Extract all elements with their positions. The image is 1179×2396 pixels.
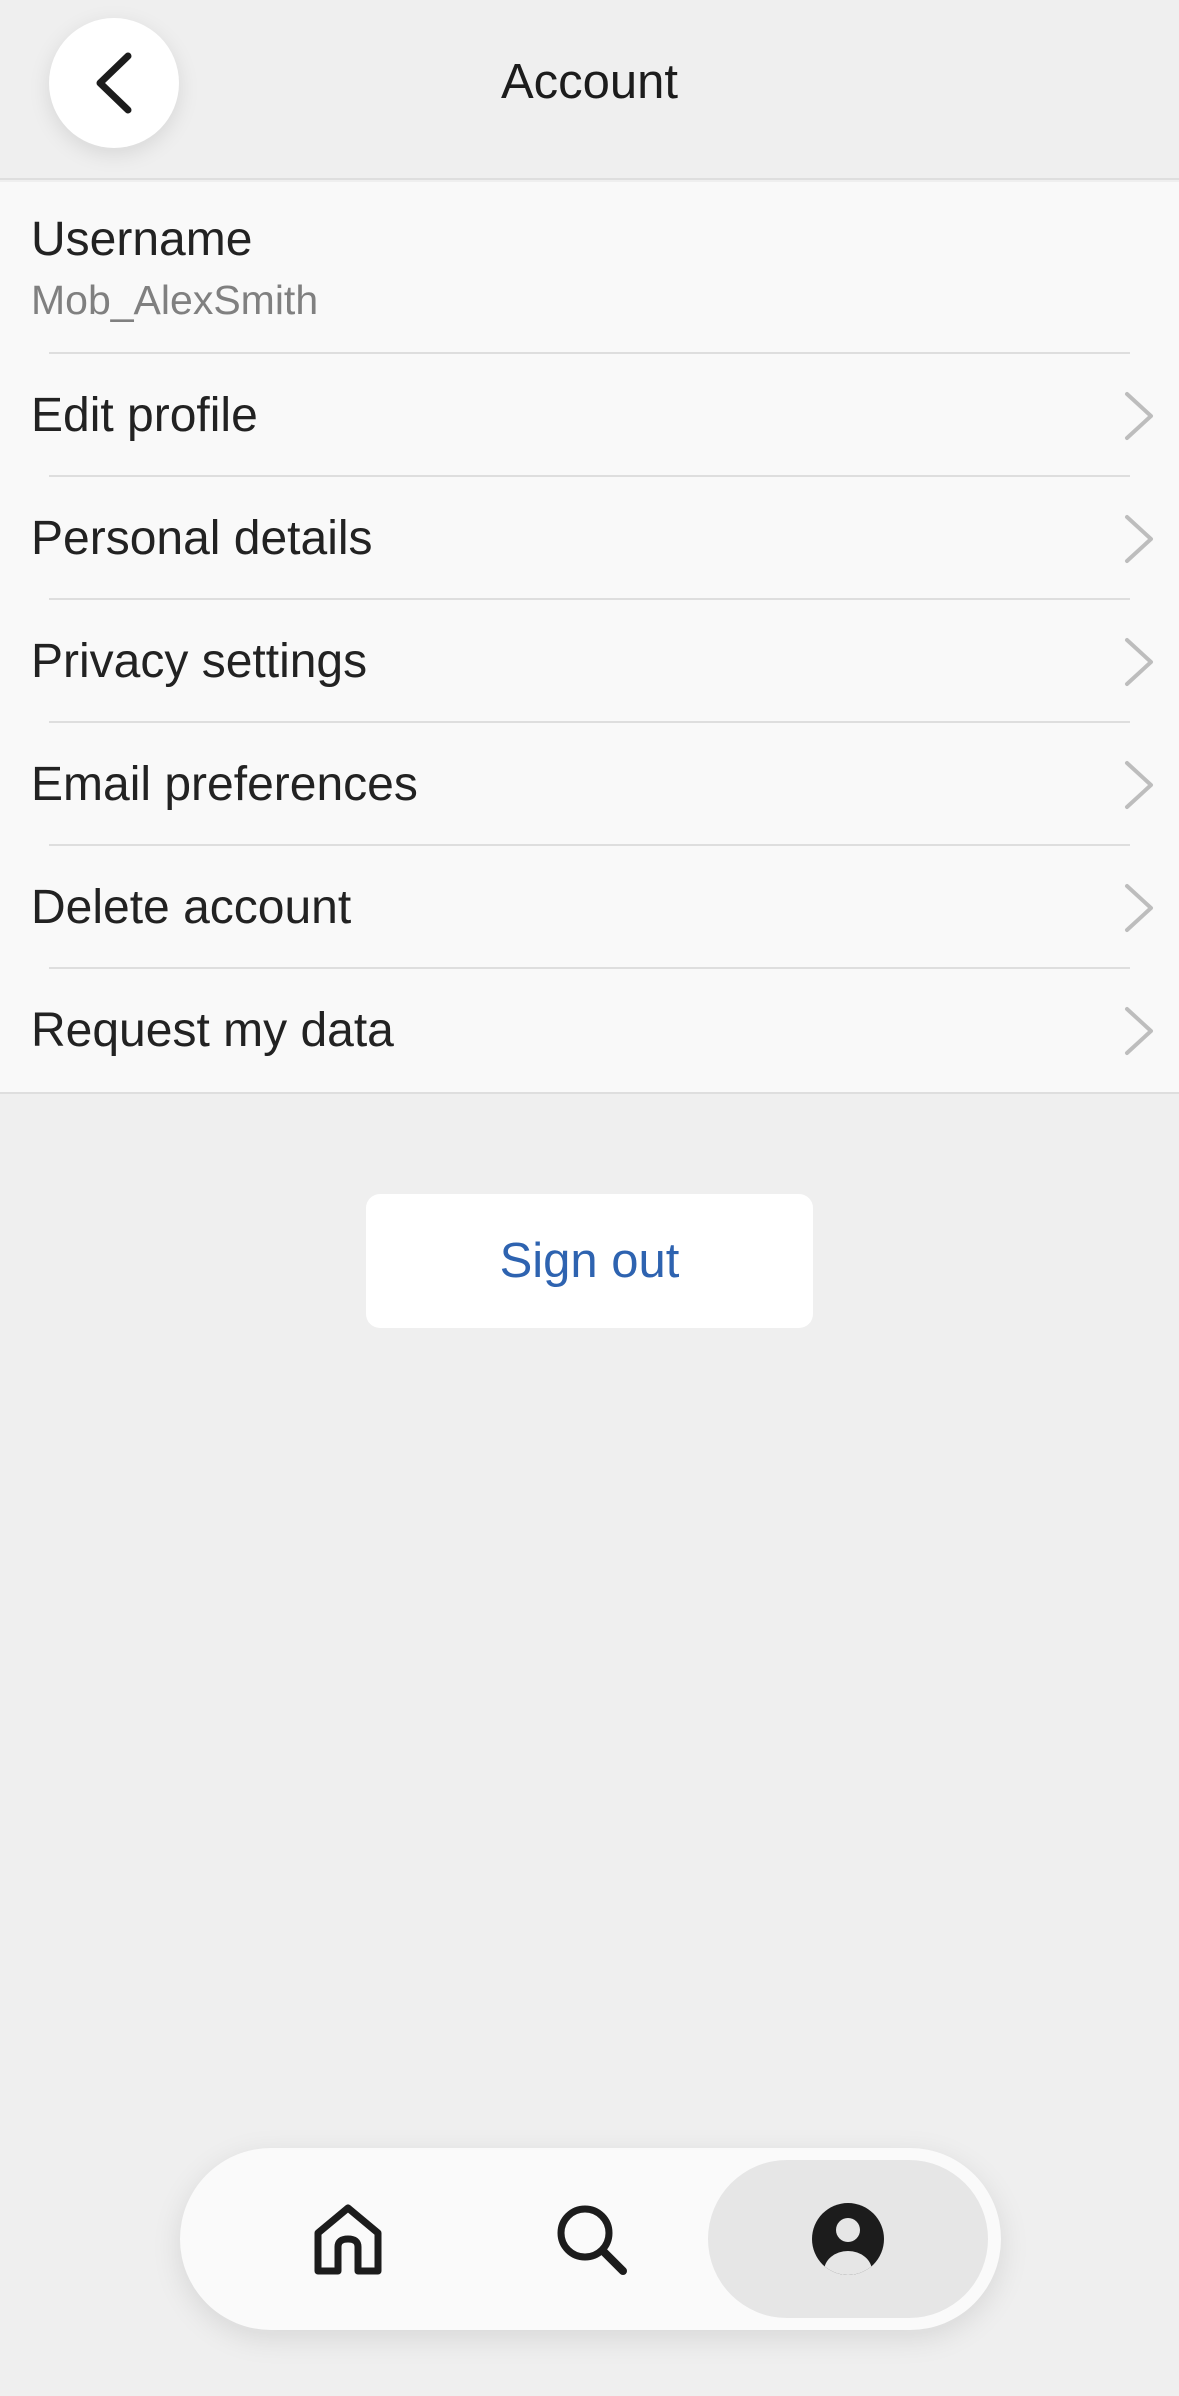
sign-out-button[interactable]: Sign out <box>366 1194 813 1328</box>
bottom-tab-bar <box>180 2148 1001 2330</box>
chevron-right-icon <box>1125 1007 1153 1055</box>
chevron-right-icon <box>1125 392 1153 440</box>
menu-item-label: Edit profile <box>31 389 258 442</box>
search-icon <box>557 2205 627 2275</box>
menu-item-personal-details[interactable]: Personal details <box>0 477 1179 600</box>
tab-search[interactable] <box>451 2160 731 2318</box>
account-settings-list: Username Mob_AlexSmith Edit profile Pers… <box>0 182 1179 1094</box>
menu-item-label: Delete account <box>31 881 352 934</box>
menu-item-label: Personal details <box>31 512 373 565</box>
chevron-right-icon <box>1125 884 1153 932</box>
menu-item-label: Email preferences <box>31 758 418 811</box>
home-icon <box>314 2204 382 2275</box>
menu-item-privacy-settings[interactable]: Privacy settings <box>0 600 1179 723</box>
page-title: Account <box>500 55 679 109</box>
username-label: Username <box>31 213 253 266</box>
chevron-right-icon <box>1125 638 1153 686</box>
header-bar: Account <box>0 0 1179 180</box>
menu-item-email-preferences[interactable]: Email preferences <box>0 723 1179 846</box>
chevron-right-icon <box>1125 515 1153 563</box>
menu-item-delete-account[interactable]: Delete account <box>0 846 1179 969</box>
menu-item-edit-profile[interactable]: Edit profile <box>0 354 1179 477</box>
menu-item-label: Privacy settings <box>31 635 368 688</box>
tab-profile[interactable] <box>708 2160 988 2318</box>
tab-home[interactable] <box>208 2160 488 2318</box>
chevron-right-icon <box>1125 761 1153 809</box>
username-value: Mob_AlexSmith <box>31 277 319 323</box>
username-row: Username Mob_AlexSmith <box>0 182 1179 354</box>
menu-item-label: Request my data <box>31 1004 394 1057</box>
menu-item-request-my-data[interactable]: Request my data <box>0 969 1179 1092</box>
profile-icon <box>812 2203 884 2275</box>
